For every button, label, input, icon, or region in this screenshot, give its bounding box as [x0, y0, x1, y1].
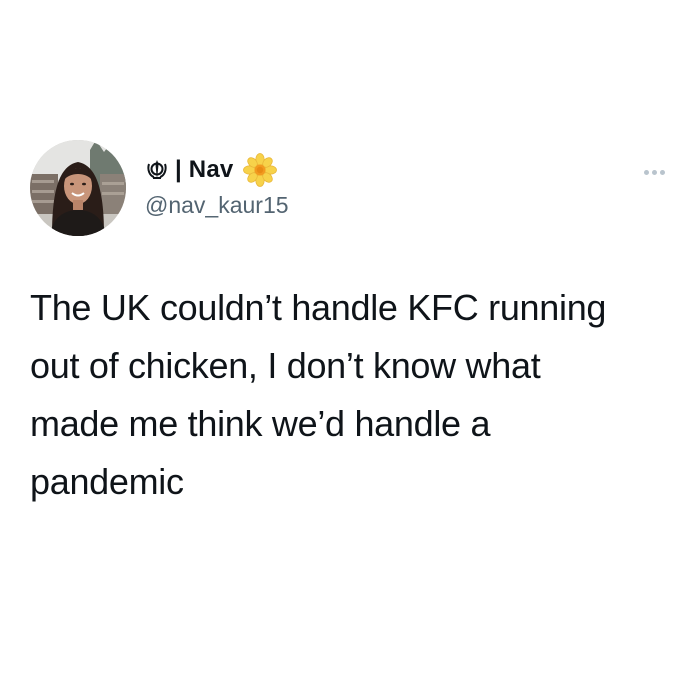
author-name-row[interactable]: | Nav	[145, 153, 278, 187]
author-handle[interactable]: @nav_kaur15	[145, 192, 289, 220]
more-dot	[643, 169, 649, 175]
more-options-icon[interactable]	[638, 162, 670, 182]
avatar[interactable]	[30, 140, 126, 236]
tweet-text-line: pandemic	[30, 461, 184, 502]
more-dot	[651, 169, 657, 175]
avatar-photo	[30, 140, 126, 236]
khanda-icon	[145, 158, 169, 182]
tweet-text-line: The UK couldn’t handle KFC running	[30, 287, 607, 328]
tweet-text-line: out of chicken, I don’t know what	[30, 345, 541, 386]
display-name: | Nav	[175, 156, 234, 183]
blossom-icon	[243, 153, 278, 187]
more-dot	[659, 169, 665, 175]
tweet-card: | Nav @nav_kaur15 The UK couldn’t handle…	[0, 0, 700, 700]
tweet-text-line: made me think we’d handle a	[30, 403, 491, 444]
tweet-text: The UK couldn’t handle KFC running out o…	[30, 279, 680, 511]
